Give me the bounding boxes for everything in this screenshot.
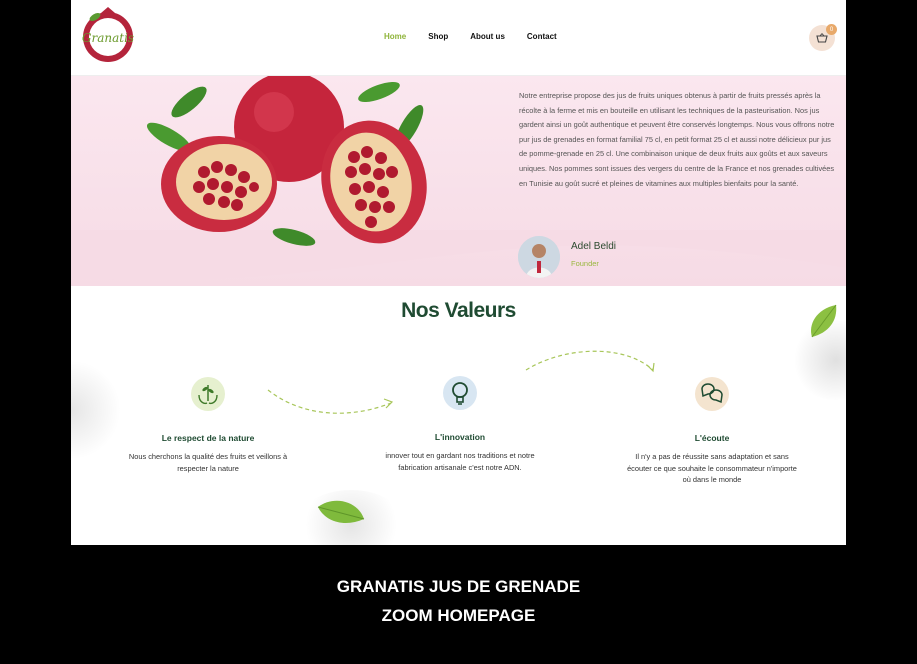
dashed-arrow-2 bbox=[525, 350, 655, 373]
value-text: Nous cherchons la qualité des fruits et … bbox=[128, 452, 288, 473]
value-text: Il n'y a pas de réussite sans adaptation… bbox=[627, 452, 797, 485]
logo-wordmark: Granatis bbox=[82, 31, 134, 45]
lightbulb-icon bbox=[443, 376, 477, 410]
caption-line-1: GRANATIS JUS DE GRENADE bbox=[336, 577, 581, 596]
nav-contact[interactable]: Contact bbox=[527, 32, 557, 41]
nav-home[interactable]: Home bbox=[384, 32, 406, 41]
cart-count-badge: 0 bbox=[826, 24, 837, 35]
value-title: L'écoute bbox=[694, 433, 730, 443]
leaf-decoration bbox=[811, 304, 837, 338]
pomegranate-image bbox=[146, 72, 427, 246]
caption-line-2: ZOOM HOMEPAGE bbox=[381, 606, 536, 625]
main-nav: Home Shop About us Contact bbox=[384, 32, 579, 41]
basket-icon bbox=[816, 33, 828, 43]
values-title: Nos Valeurs bbox=[401, 299, 516, 322]
value-title: L'innovation bbox=[434, 432, 486, 442]
value-title: Le respect de la nature bbox=[161, 433, 255, 443]
page-frame: Notre entreprise propose des jus de frui… bbox=[71, 0, 846, 545]
founder-name: Adel Beldi bbox=[571, 241, 617, 252]
leaf-decoration bbox=[317, 500, 365, 523]
page-caption: GRANATIS JUS DE GRENADE ZOOM HOMEPAGE bbox=[0, 572, 917, 630]
founder-role: Founder bbox=[571, 259, 599, 268]
nav-about[interactable]: About us bbox=[470, 32, 505, 41]
granatis-logo[interactable]: Granatis bbox=[81, 5, 136, 65]
hero-description: Notre entreprise propose des jus de frui… bbox=[519, 91, 835, 188]
value-listening: L'écoute Il n'y a pas de réussite sans a… bbox=[627, 377, 797, 486]
value-nature: Le respect de la nature Nous cherchons l… bbox=[123, 377, 293, 474]
nav-shop[interactable]: Shop bbox=[428, 32, 448, 41]
hands-plant-icon bbox=[191, 377, 225, 411]
chat-bubbles-icon bbox=[695, 377, 729, 411]
site-header: Granatis Home Shop About us Contact 0 bbox=[71, 0, 846, 76]
founder-avatar bbox=[518, 236, 560, 278]
value-text: innover tout en gardant nos traditions e… bbox=[385, 451, 535, 472]
decorative-shadow bbox=[71, 360, 121, 460]
value-innovation: L'innovation innover tout en gardant nos… bbox=[375, 376, 545, 473]
